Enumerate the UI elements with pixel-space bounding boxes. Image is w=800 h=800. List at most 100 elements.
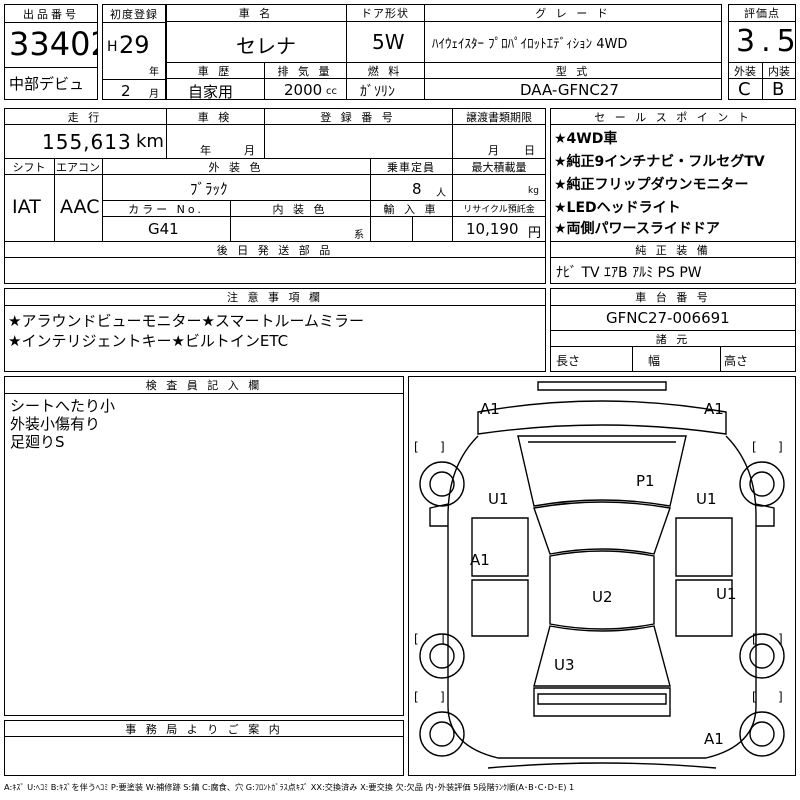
exterior-label: 外装 [734, 65, 756, 78]
recycle-label: リサイクル預託金 [463, 205, 535, 215]
sales-points-label: セ ー ル ス ポ イ ン ト [594, 111, 752, 124]
door-label: ドア形状 [361, 7, 409, 20]
notes-line: ★アラウンドビューモニター★スマートルームミラー [8, 312, 364, 330]
shift-label: シフト [12, 161, 46, 174]
bracket: ] [440, 440, 445, 454]
exterior-grade: C [738, 79, 751, 100]
recycle-unit: 円 [528, 226, 542, 241]
door-type: 5W [372, 30, 405, 54]
width-label: 幅 [648, 354, 661, 368]
chassis-number: GFNC27-006691 [606, 309, 730, 327]
capacity-unit: 人 [436, 188, 446, 199]
height-label: 高さ [724, 354, 749, 368]
sales-point-item: ★LEDヘッドライト [554, 200, 681, 216]
registration-number-label: 登 録 番 号 [320, 111, 396, 124]
interior-color-label: 内 装 色 [272, 203, 328, 216]
grade-label: グ レ ー ド [535, 7, 611, 20]
inspection-month-unit: 月 [244, 144, 255, 157]
displacement-unit: cc [326, 86, 337, 97]
capacity-label: 乗車定員 [387, 161, 435, 174]
length-label: 長さ [556, 354, 581, 368]
shift: IAT [12, 196, 41, 218]
lot-number-label: 出品番号 [23, 8, 79, 21]
car-diagram [419, 381, 785, 769]
notes-line: ★インテリジェントキー★ビルトインETC [8, 332, 289, 350]
score-label: 評価点 [744, 7, 780, 20]
color-number-label: カラー No. [128, 203, 204, 216]
damage-mark: A1 [704, 400, 724, 418]
first-registration-label: 初度登録 [110, 8, 158, 21]
sales-point-item: ★4WD車 [554, 131, 618, 147]
mileage-label: 走 行 [67, 111, 103, 124]
era: H [107, 39, 118, 55]
inspector-line: 足廻りS [10, 433, 65, 451]
bracket: [ [414, 440, 419, 454]
inspection-label: 車 検 [197, 111, 233, 124]
transfer-deadline-label: 譲渡書類期限 [466, 111, 532, 124]
damage-mark: A1 [704, 730, 724, 748]
chassis-label: 車 台 番 号 [635, 291, 711, 304]
bracket: [ [414, 632, 419, 646]
car-name-label: 車 名 [238, 7, 274, 20]
sales-point-item: ★純正フリップダウンモニター [554, 177, 749, 193]
aircon: AAC [60, 196, 100, 218]
damage-mark: U2 [592, 588, 613, 606]
lot-number-box: 出品番号 33402 中部デビュ [4, 4, 98, 100]
interior-label: 内装 [768, 65, 790, 78]
interior-color-unit: 系 [354, 230, 364, 241]
inspector-label: 検 査 員 記 入 欄 [145, 379, 263, 392]
damage-mark: U1 [696, 490, 717, 508]
score: 3.5 [736, 24, 800, 59]
inspection-year-unit: 年 [200, 144, 211, 157]
bracket: ] [778, 690, 783, 704]
specs-label: 諸 元 [655, 333, 691, 346]
bracket: [ [752, 440, 757, 454]
bracket: ] [440, 632, 445, 646]
sales-point-item: ★純正9インチナビ・フルセグTV [554, 154, 765, 170]
bracket: ] [440, 690, 445, 704]
legend: A:ｷｽﾞ U:ﾍｺﾐ B:ｷｽﾞを伴うﾍｺﾐ P:要塗装 W:補修跡 S:錆 … [4, 782, 575, 792]
later-parts-label: 後 日 発 送 部 品 [216, 244, 334, 257]
damage-mark: U3 [554, 656, 575, 674]
reg-month: 2 [121, 82, 131, 100]
fuel-label: 燃 料 [367, 65, 403, 78]
displacement: 2000 [284, 81, 323, 99]
displacement-label: 排 気 量 [277, 65, 333, 78]
damage-mark: A1 [480, 400, 500, 418]
office-label: 事 務 局 よ り ご 案 内 [125, 723, 283, 736]
color-number: G41 [148, 220, 179, 238]
transfer-day-unit: 日 [524, 144, 535, 157]
max-load-unit: kg [528, 186, 539, 196]
mileage: 155,613 [42, 130, 132, 154]
interior-grade: B [772, 79, 785, 100]
first-registration-box: 初度登録 H 29 年 2 月 [102, 4, 166, 100]
exterior-color-label: 外 装 色 [208, 161, 264, 174]
history: 自家用 [188, 83, 234, 101]
bracket: [ [752, 690, 757, 704]
damage-mark: A1 [470, 551, 490, 569]
bracket: [ [414, 690, 419, 704]
notes-label: 注 意 事 項 欄 [227, 291, 323, 304]
mileage-unit: km [136, 131, 164, 152]
aircon-label: エアコン [56, 161, 100, 174]
sales-point-item: ★両側パワースライドドア [554, 221, 720, 237]
bracket: [ [752, 632, 757, 646]
reg-year: 29 [119, 31, 150, 59]
bracket: ] [778, 440, 783, 454]
model-code: DAA-GFNC27 [520, 81, 619, 99]
damage-mark: P1 [636, 472, 655, 490]
month-unit: 月 [149, 89, 159, 100]
damage-mark: U1 [716, 585, 737, 603]
model-label: 型 式 [555, 65, 591, 78]
genuine-equipment-label: 純 正 装 備 [635, 244, 711, 257]
debut-label: 中部デビュ [9, 75, 85, 93]
damage-mark: U1 [488, 490, 509, 508]
fuel: ｶﾞｿﾘﾝ [360, 84, 395, 100]
grade: ﾊｲｳｪｲｽﾀｰ ﾌﾟﾛﾊﾟｲﾛｯﾄｴﾃﾞｨｼｮﾝ 4WD [432, 37, 628, 52]
transfer-month-unit: 月 [488, 144, 499, 157]
genuine-equipment: ﾅﾋﾞ TV ｴｱB ｱﾙﾐ PS PW [556, 265, 702, 281]
bracket: ] [778, 632, 783, 646]
year-unit: 年 [149, 67, 159, 78]
recycle-fee: 10,190 [466, 220, 519, 238]
exterior-color: ﾌﾞﾗｯｸ [190, 180, 228, 198]
